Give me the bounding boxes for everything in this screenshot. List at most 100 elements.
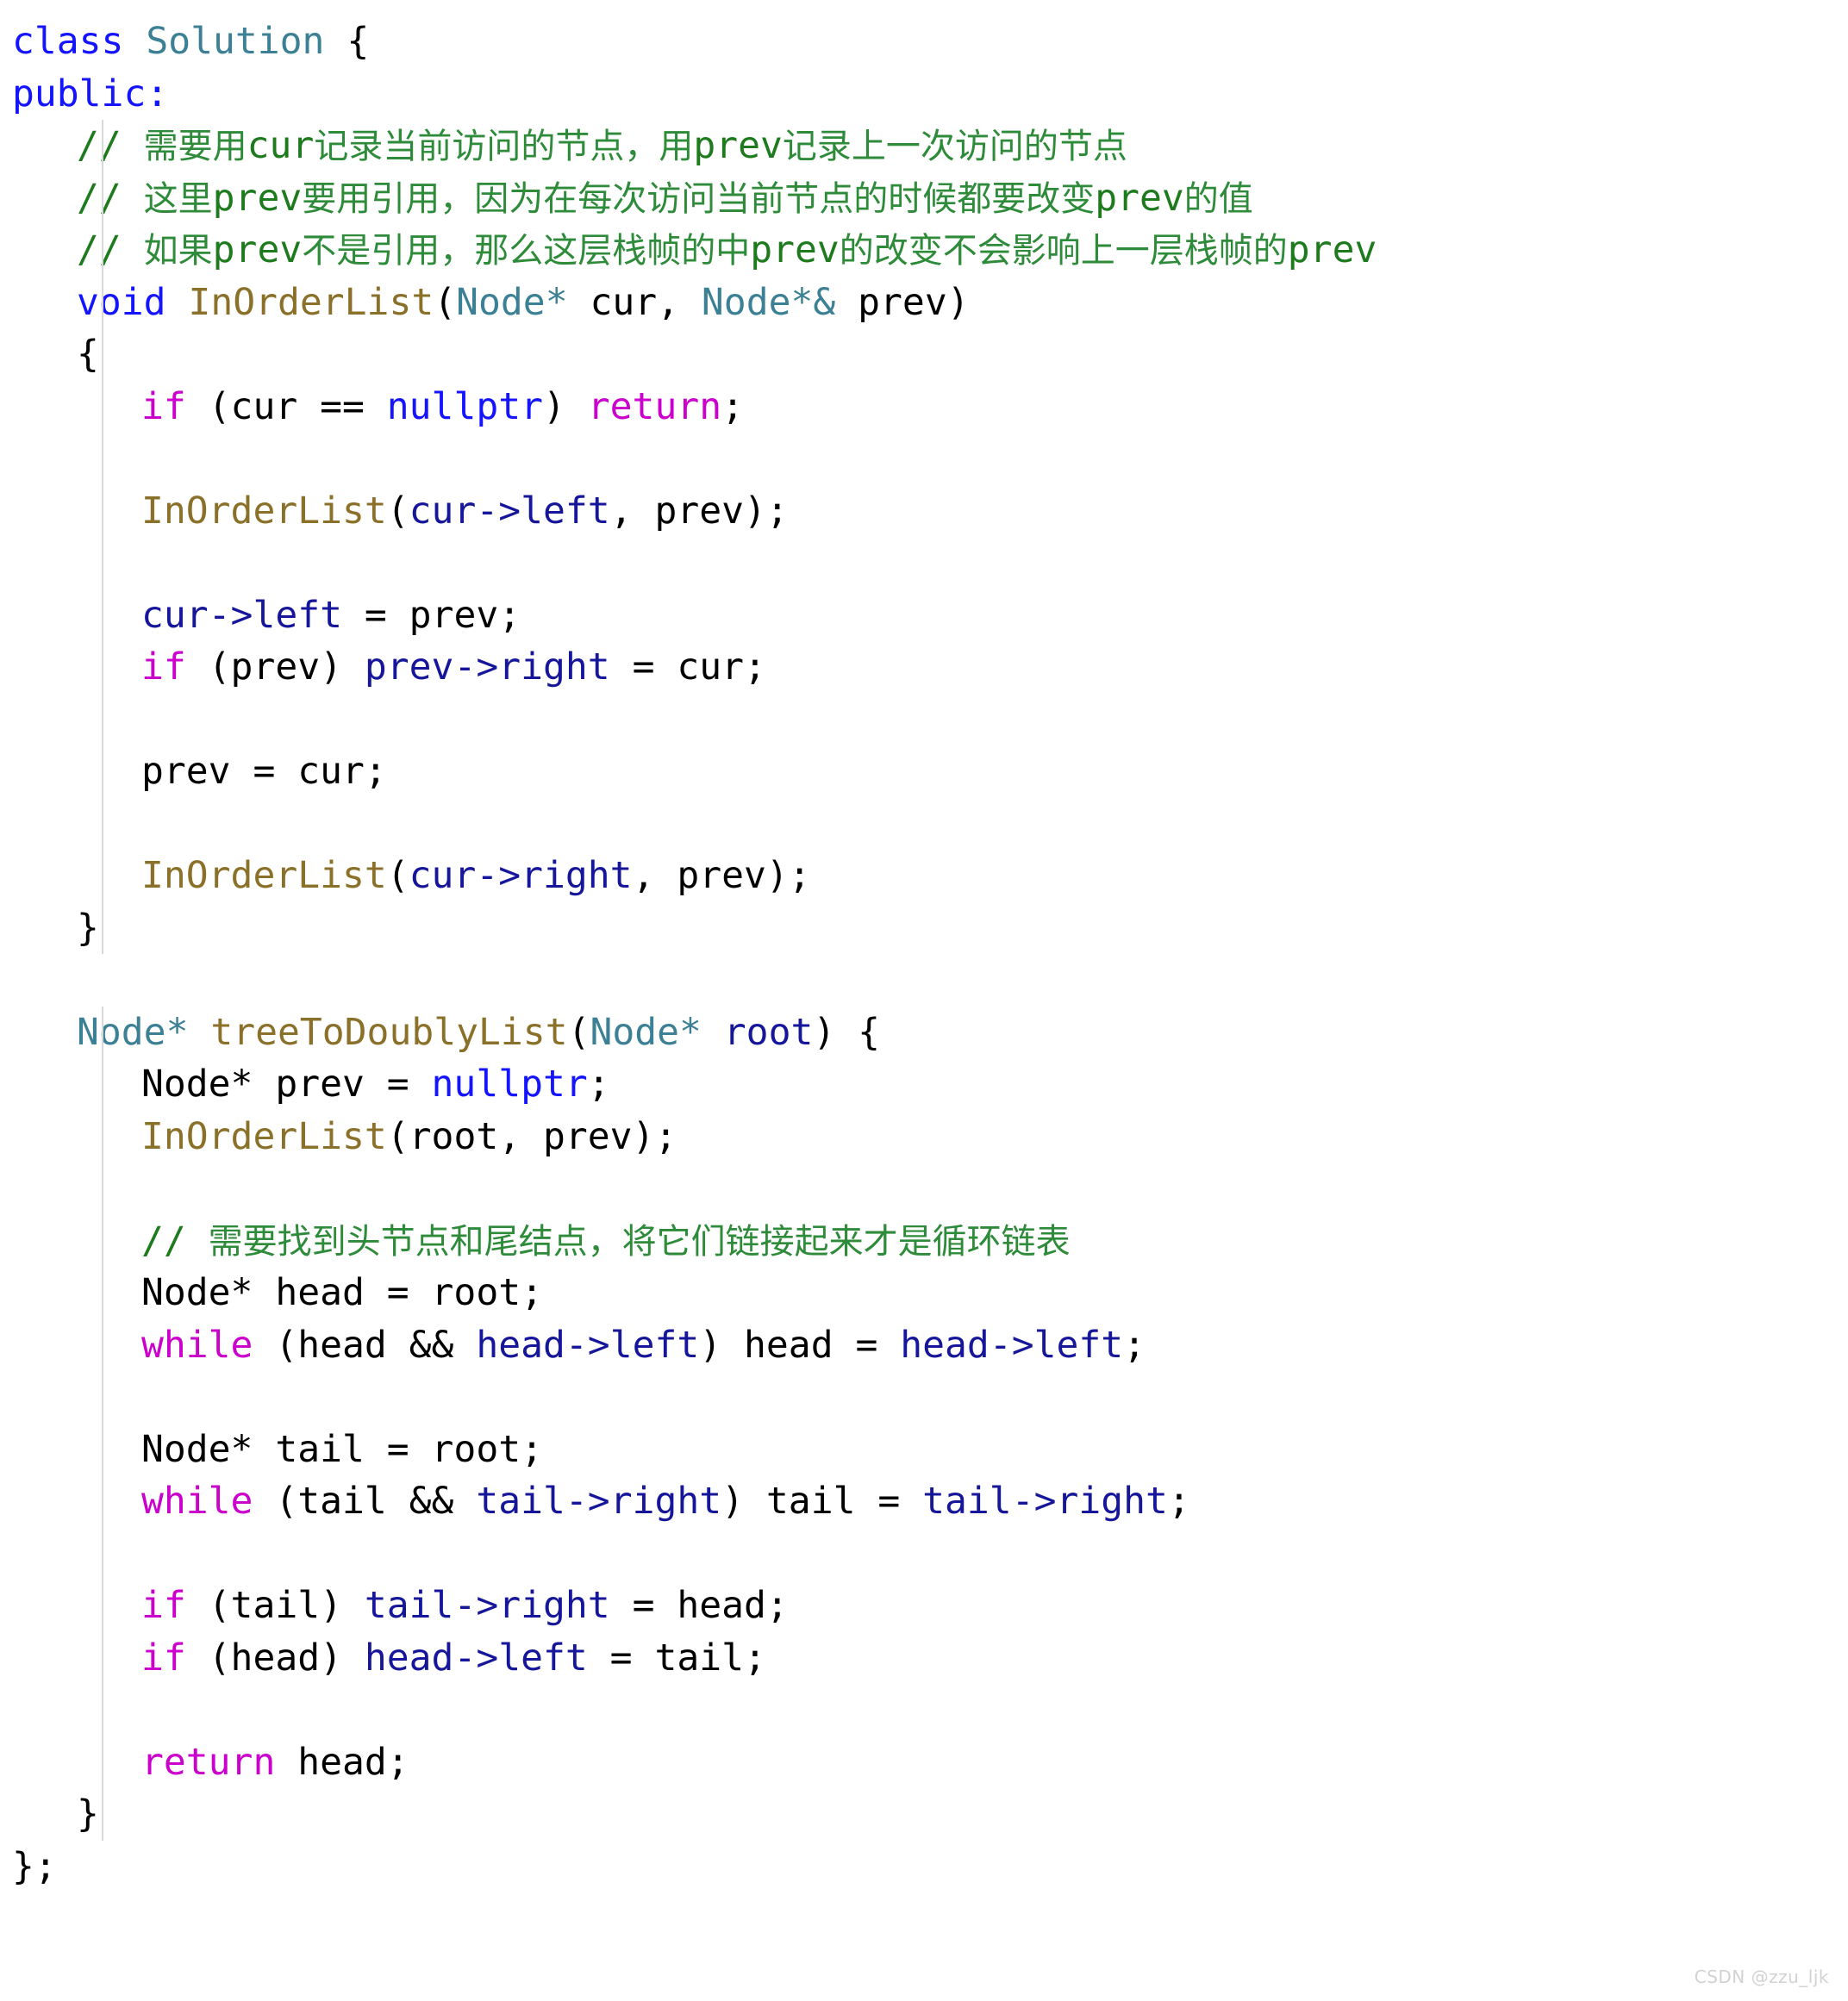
code-token-var: left	[498, 1636, 588, 1680]
code-line: {	[0, 328, 1848, 381]
code-token-var: ->	[565, 1480, 610, 1523]
code-token-plain: = head;	[609, 1584, 789, 1627]
code-line: }	[0, 1788, 1848, 1841]
code-line	[0, 537, 1848, 589]
code-token-ctrl: if	[141, 1584, 186, 1627]
code-token-plain: head;	[275, 1740, 409, 1784]
code-line: if (tail) tail->right = head;	[0, 1580, 1848, 1632]
code-token-comment: prev	[212, 228, 303, 271]
code-token-kw: class	[12, 20, 124, 63]
code-token-plain: Node* prev =	[141, 1063, 432, 1106]
code-token-plain: )	[543, 384, 588, 428]
code-line: public:	[0, 68, 1848, 121]
code-line: // 需要用cur记录当前访问的节点，用prev记录上一次访问的节点	[0, 120, 1848, 172]
code-line: };	[0, 1841, 1848, 1893]
code-token-plain: }	[77, 1792, 99, 1836]
code-line	[0, 1684, 1848, 1736]
code-token-var: ->	[1011, 1480, 1057, 1523]
code-line	[0, 797, 1848, 851]
code-token-plain: = tail;	[587, 1636, 766, 1680]
code-line: Node* treeToDoublyList(Node* root) {	[0, 1006, 1848, 1059]
code-token-plain: (	[434, 280, 457, 324]
code-line: if (head) head->left = tail;	[0, 1631, 1848, 1685]
code-token-var: right	[609, 1480, 722, 1523]
code-token-ctrl: while	[141, 1323, 253, 1367]
code-token-var: right	[498, 645, 610, 689]
code-line: Node* head = root;	[0, 1267, 1848, 1319]
code-token-cjk: 的改变不会影响上一层栈帧的	[839, 231, 1288, 271]
code-token-var: left	[521, 489, 610, 533]
code-token-comment: prev	[1095, 176, 1184, 220]
code-token-plain: , prev);	[632, 854, 811, 897]
code-line: prev = cur;	[0, 745, 1848, 798]
code-token-plain: {	[324, 20, 370, 63]
code-token-plain: = cur;	[609, 645, 766, 689]
code-token-type: Node	[701, 280, 791, 324]
code-token-var: ->	[476, 489, 521, 533]
code-token-comment: cur	[247, 124, 315, 167]
code-line: return head;	[0, 1736, 1848, 1789]
code-token-var: cur	[409, 854, 477, 897]
code-line: while (tail && tail->right) tail = tail-…	[0, 1475, 1848, 1528]
code-token-plain: ;	[1167, 1480, 1190, 1523]
code-token-var: head	[476, 1323, 565, 1367]
code-token-plain: (tail)	[185, 1584, 365, 1627]
code-token-plain: = prev;	[342, 593, 521, 637]
code-token-ctrl: if	[141, 1636, 186, 1680]
code-token-cjk: 的值	[1183, 178, 1253, 219]
code-token-cjk: 记录上一次访问的节点	[782, 127, 1127, 166]
code-token-type: Node	[590, 1010, 680, 1054]
code-line: InOrderList(cur->left, prev);	[0, 484, 1848, 538]
code-token-plain: ) {	[813, 1010, 881, 1054]
code-token-ctrl: return	[141, 1740, 276, 1784]
code-line	[0, 1163, 1848, 1215]
code-token-comment: //	[77, 124, 144, 167]
code-token-const: nullptr	[431, 1063, 588, 1106]
code-line: if (cur == nullptr) return;	[0, 380, 1848, 433]
code-token-plain: (head &&	[253, 1323, 477, 1367]
code-token-plain: (	[386, 489, 409, 533]
code-token-type: Node	[456, 280, 546, 324]
code-token-plain: Node* tail = root;	[141, 1427, 543, 1471]
code-token-type: *	[679, 1010, 702, 1054]
code-token-fn: InOrderList	[141, 854, 387, 897]
code-token-type: *	[165, 1010, 189, 1054]
code-line	[0, 1527, 1848, 1580]
code-token-var: cur	[141, 593, 209, 637]
code-line	[0, 433, 1848, 485]
code-token-var: ->	[453, 1636, 499, 1680]
code-token-comment: prev	[750, 228, 840, 271]
code-line: }	[0, 901, 1848, 955]
code-token-plain: ) tail =	[721, 1480, 923, 1523]
code-line: // 这里prev要用引用，因为在每次访问当前节点的时候都要改变prev的值	[0, 171, 1848, 225]
code-token-ctrl: if	[141, 645, 186, 689]
csdn-watermark: CSDN @zzu_ljk	[1694, 1967, 1829, 1987]
code-token-var: right	[521, 854, 633, 897]
code-token-ctrl: while	[141, 1480, 253, 1523]
code-token-var: tail	[476, 1480, 565, 1523]
code-token-plain: ;	[587, 1063, 610, 1106]
code-token-ctrl: if	[141, 384, 186, 428]
code-token-plain: (tail &&	[253, 1480, 477, 1523]
code-token-var: cur	[409, 489, 477, 533]
code-token-comment: //	[77, 176, 144, 220]
code-token-var: prev	[364, 645, 454, 689]
code-line: while (head && head->left) head = head->…	[0, 1318, 1848, 1372]
code-line: class Solution {	[0, 16, 1848, 68]
code-line: InOrderList(root, prev);	[0, 1110, 1848, 1163]
code-token-fn: InOrderList	[188, 280, 434, 324]
code-token-var: ->	[476, 854, 521, 897]
code-line	[0, 1371, 1848, 1424]
code-token-cjk: 要用引用，因为在每次访问当前节点的时候都要改变	[302, 178, 1096, 219]
code-token-kw: public	[12, 72, 147, 115]
code-token-plain: {	[77, 333, 99, 376]
